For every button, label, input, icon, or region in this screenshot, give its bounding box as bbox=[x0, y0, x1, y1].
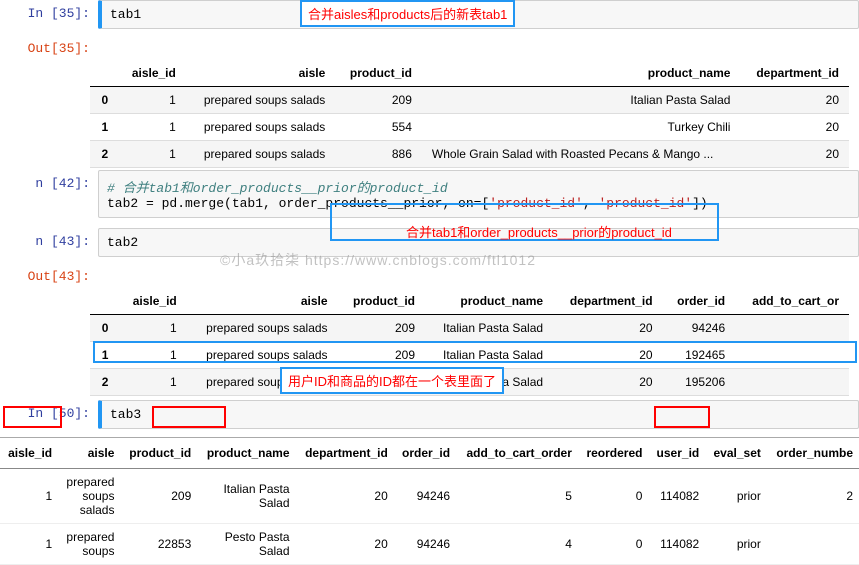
table-row: 1 prepared soups 22853 Pesto Pasta Salad… bbox=[0, 524, 859, 565]
annotation-tab1: 合并aisles和products后的新表tab1 bbox=[300, 0, 515, 27]
col-product-name: product_name bbox=[425, 288, 553, 315]
code-input-42[interactable]: # 合并tab1和order_products__prior的product_i… bbox=[98, 170, 859, 218]
col-aisle: aisle bbox=[58, 438, 120, 469]
table-row: 1 1 prepared soups salads 209 Italian Pa… bbox=[90, 342, 849, 369]
prompt-out-43: Out[43]: bbox=[0, 263, 98, 288]
code-text: tab2 bbox=[107, 235, 138, 250]
prompt-out-35: Out[35]: bbox=[0, 35, 98, 60]
col-aisle-id: aisle_id bbox=[118, 288, 186, 315]
tab1-output: aisle_id aisle product_id product_name d… bbox=[0, 60, 859, 168]
code-comment: # 合并tab1和order_products__prior的product_i… bbox=[107, 181, 448, 196]
tab3-output: aisle_id aisle product_id product_name d… bbox=[0, 437, 859, 565]
col-aisle-id: aisle_id bbox=[118, 60, 186, 87]
annotation-tab3: 用户ID和商品的ID都在一个表里面了 bbox=[280, 367, 504, 394]
prompt-in-42: n [42]: bbox=[0, 170, 98, 218]
cell-in-42: n [42]: # 合并tab1和order_products__prior的p… bbox=[0, 170, 859, 218]
prompt-in-35: In [35]: bbox=[0, 0, 98, 29]
col-department-id: department_id bbox=[740, 60, 849, 87]
col-product-id: product_id bbox=[335, 60, 422, 87]
col-order-id: order_id bbox=[394, 438, 456, 469]
col-department-id: department_id bbox=[553, 288, 663, 315]
col-aisle-id: aisle_id bbox=[0, 438, 58, 469]
cell-in-50: In [50]: tab3 bbox=[0, 400, 859, 429]
code-text: tab1 bbox=[110, 7, 141, 22]
col-product-name: product_name bbox=[197, 438, 295, 469]
table-row: 0 1 prepared soups salads 209 Italian Pa… bbox=[90, 315, 849, 342]
table-row: 1 prepared soups salads 209 Italian Past… bbox=[0, 469, 859, 524]
code-text: tab3 bbox=[110, 407, 141, 422]
table-row: 1 1 prepared soups salads 554 Turkey Chi… bbox=[90, 114, 849, 141]
table-tab3: aisle_id aisle product_id product_name d… bbox=[0, 438, 859, 565]
col-reordered: reordered bbox=[578, 438, 649, 469]
col-eval-set: eval_set bbox=[705, 438, 767, 469]
prompt-in-50: In [50]: bbox=[0, 400, 98, 429]
annotation-tab2: 合并tab1和order_products__prior的product_id bbox=[400, 220, 678, 243]
col-order-number: order_numbe bbox=[767, 438, 859, 469]
col-product-id: product_id bbox=[338, 288, 425, 315]
table-tab1: aisle_id aisle product_id product_name d… bbox=[90, 60, 849, 168]
watermark: ©小a玖拾柒 https://www.cnblogs.com/ftl1012 bbox=[220, 250, 536, 270]
table-row: 0 1 prepared soups salads 209 Italian Pa… bbox=[90, 87, 849, 114]
col-order-id: order_id bbox=[663, 288, 736, 315]
col-aisle: aisle bbox=[187, 288, 338, 315]
code-line2: tab2 = pd.merge(tab1, order_products__pr… bbox=[107, 196, 708, 211]
col-idx bbox=[90, 288, 118, 315]
col-product-id: product_id bbox=[120, 438, 197, 469]
col-department-id: department_id bbox=[296, 438, 394, 469]
col-add-to-cart: add_to_cart_or bbox=[735, 288, 849, 315]
col-idx bbox=[90, 60, 118, 87]
prompt-in-43: n [43]: bbox=[0, 228, 98, 257]
cell-out-35: Out[35]: bbox=[0, 35, 859, 60]
col-user-id: user_id bbox=[648, 438, 705, 469]
table-row: 2 1 prepared soups salads 886 Whole Grai… bbox=[90, 141, 849, 168]
code-input-50[interactable]: tab3 bbox=[98, 400, 859, 429]
col-add-to-cart-order: add_to_cart_order bbox=[456, 438, 578, 469]
col-aisle: aisle bbox=[186, 60, 335, 87]
col-product-name: product_name bbox=[422, 60, 741, 87]
